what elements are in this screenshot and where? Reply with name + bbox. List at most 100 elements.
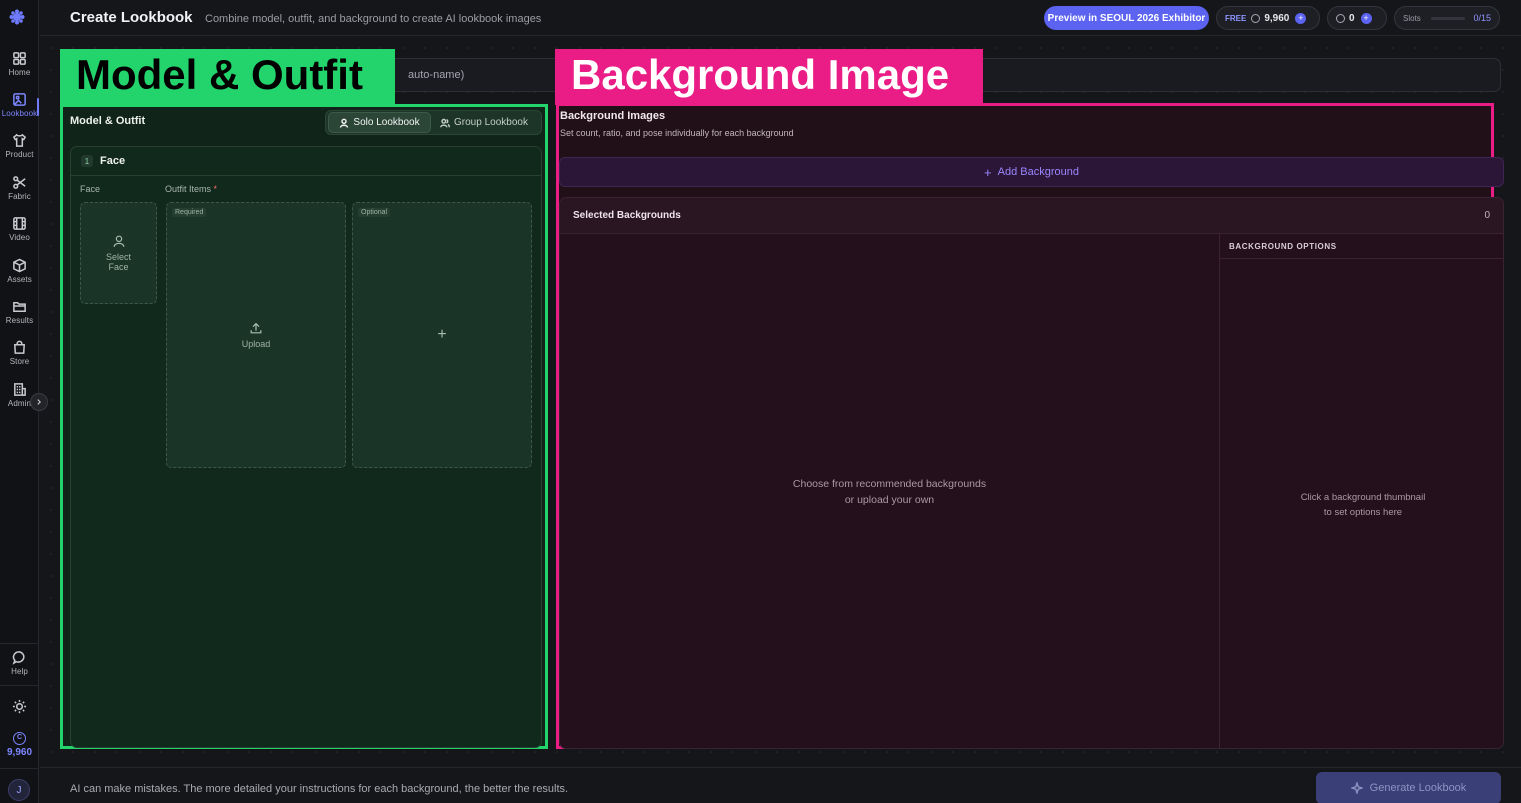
sidebar-item-assets[interactable]: Assets bbox=[0, 258, 39, 294]
slots-value: 0/15 bbox=[1473, 13, 1491, 23]
options-hint-text: to set options here bbox=[1323, 506, 1403, 518]
background-options-title: BACKGROUND OPTIONS bbox=[1220, 234, 1503, 259]
sidebar-item-product[interactable]: Product bbox=[0, 133, 39, 169]
option-label: Solo Lookbook bbox=[353, 117, 420, 128]
user-icon bbox=[340, 118, 349, 128]
face-card-header: 1 Face bbox=[71, 147, 541, 176]
sidebar-item-results[interactable]: Results bbox=[0, 299, 39, 335]
empty-state-text: or upload your own bbox=[844, 494, 935, 506]
shirt-icon bbox=[12, 133, 27, 147]
sidebar-credits-value: 9,960 bbox=[6, 747, 33, 758]
selected-backgrounds-card: Selected Backgrounds 0 Choose from recom… bbox=[559, 197, 1504, 749]
sidebar-item-home[interactable]: Home bbox=[0, 51, 39, 87]
model-outfit-panel: Model & Outfit Solo Lookbook Group Lookb… bbox=[60, 104, 548, 749]
selected-backgrounds-header: Selected Backgrounds 0 bbox=[560, 198, 1503, 234]
sidebar-item-label: Admin bbox=[7, 399, 32, 408]
outfit-optional-dropzone[interactable]: Optional + bbox=[352, 202, 532, 468]
panel-title: Model & Outfit bbox=[70, 115, 146, 127]
sidebar-item-help[interactable]: Help bbox=[0, 650, 39, 686]
add-credits-icon[interactable]: + bbox=[1360, 12, 1372, 24]
sidebar-item-label: Video bbox=[9, 233, 30, 242]
background-images-panel: Background Images Set count, ratio, and … bbox=[556, 103, 1504, 749]
box-icon bbox=[13, 258, 26, 273]
outfit-required-dropzone[interactable]: Required Upload bbox=[166, 202, 346, 468]
group-lookbook-option[interactable]: Group Lookbook bbox=[431, 112, 537, 133]
chat-bubble-icon bbox=[12, 651, 25, 665]
required-tag: Required bbox=[172, 208, 207, 217]
face-column-label: Face bbox=[80, 184, 101, 194]
option-label: Group Lookbook bbox=[454, 117, 528, 128]
sidebar-credits[interactable]: C 9,960 bbox=[0, 732, 39, 758]
generate-label: Generate Lookbook bbox=[1369, 782, 1467, 794]
page-title: Create Lookbook bbox=[70, 9, 193, 26]
footer: AI can make mistakes. The more detailed … bbox=[40, 767, 1521, 803]
grid-icon bbox=[13, 52, 26, 65]
add-icon: + bbox=[437, 326, 447, 343]
sidebar-divider bbox=[0, 768, 39, 769]
background-empty-state: Choose from recommended backgrounds or u… bbox=[560, 234, 1219, 748]
select-face-button[interactable]: Select Face bbox=[80, 202, 157, 304]
plan-badge: FREE bbox=[1225, 13, 1247, 23]
select-face-label: Select bbox=[105, 252, 131, 262]
preview-exhibitor-button[interactable]: Preview in SEOUL 2026 Exhibitor bbox=[1044, 6, 1209, 30]
credits-value: 9,960 bbox=[1264, 12, 1290, 24]
chevron-right-icon bbox=[37, 399, 41, 405]
theme-toggle-button[interactable] bbox=[0, 699, 39, 717]
generate-lookbook-button[interactable]: Generate Lookbook bbox=[1316, 772, 1501, 803]
lookbook-mode-toggle: Solo Lookbook Group Lookbook bbox=[325, 110, 542, 135]
sparkle-icon bbox=[1350, 782, 1363, 794]
sidebar-collapse-button[interactable] bbox=[30, 393, 48, 411]
main-content: auto-name) Model & Outfit Solo Lookbook … bbox=[40, 37, 1521, 767]
add-credits-icon[interactable]: + bbox=[1295, 12, 1307, 24]
face-card: 1 Face Face Outfit Items * Select Face R… bbox=[70, 146, 542, 748]
add-background-label: Add Background bbox=[997, 166, 1079, 178]
secondary-credits-pill[interactable]: 0 + bbox=[1327, 6, 1387, 30]
image-edit-icon bbox=[13, 93, 26, 106]
face-card-title: Face bbox=[100, 155, 126, 167]
credit-coin-icon bbox=[1336, 13, 1345, 23]
film-icon bbox=[13, 217, 26, 230]
background-options-pane: BACKGROUND OPTIONS Click a background th… bbox=[1219, 234, 1503, 748]
sidebar-item-video[interactable]: Video bbox=[0, 216, 39, 252]
credits-pill[interactable]: FREE 9,960 + bbox=[1216, 6, 1320, 30]
folder-icon bbox=[13, 302, 26, 312]
sidebar-item-label: Store bbox=[9, 357, 30, 366]
logo-icon[interactable] bbox=[9, 9, 25, 25]
credit-coin-icon bbox=[1251, 13, 1261, 23]
credit-coin-icon: C bbox=[13, 732, 26, 745]
scissors-icon bbox=[13, 176, 26, 189]
outfit-items-label-text: Outfit Items bbox=[165, 184, 212, 194]
sidebar-item-label: Lookbook bbox=[1, 109, 38, 118]
panel-title: Background Images bbox=[560, 110, 666, 122]
sidebar-item-store[interactable]: Store bbox=[0, 340, 39, 376]
avatar[interactable]: J bbox=[8, 779, 30, 801]
sidebar-divider bbox=[0, 643, 39, 644]
background-options-hint: Click a background thumbnail to set opti… bbox=[1220, 259, 1503, 748]
selected-backgrounds-count: 0 bbox=[1484, 210, 1490, 221]
users-icon bbox=[440, 118, 450, 127]
user-icon bbox=[113, 235, 124, 247]
background-image-overlay-label: Background Image bbox=[555, 49, 983, 105]
sidebar-item-label: Assets bbox=[7, 275, 32, 284]
options-hint-text: Click a background thumbnail bbox=[1300, 491, 1426, 503]
sidebar-item-label: Results bbox=[5, 316, 34, 325]
selected-backgrounds-title: Selected Backgrounds bbox=[573, 210, 681, 221]
sidebar-item-label: Fabric bbox=[8, 192, 31, 201]
secondary-credits-value: 0 bbox=[1349, 12, 1355, 24]
sidebar-item-fabric[interactable]: Fabric bbox=[0, 175, 39, 211]
sidebar-item-label: Home bbox=[8, 68, 31, 77]
select-face-label: Face bbox=[108, 262, 129, 272]
sidebar-item-lookbook[interactable]: Lookbook bbox=[0, 92, 39, 128]
add-background-button[interactable]: + Add Background bbox=[559, 157, 1504, 187]
outfit-items-label: Outfit Items * bbox=[165, 184, 217, 194]
face-number-badge: 1 bbox=[81, 155, 93, 167]
upload-label: Upload bbox=[241, 339, 271, 349]
slots-pill: Slots 0/15 bbox=[1394, 6, 1500, 30]
bag-icon bbox=[14, 340, 25, 354]
sidebar-item-label: Help bbox=[11, 667, 28, 676]
empty-state-text: Choose from recommended backgrounds bbox=[792, 478, 987, 490]
app-root: Home Lookbook Product Fabric Video Asset… bbox=[0, 0, 1521, 803]
solo-lookbook-option[interactable]: Solo Lookbook bbox=[328, 112, 431, 133]
building-icon bbox=[14, 383, 26, 396]
active-indicator bbox=[37, 98, 39, 116]
